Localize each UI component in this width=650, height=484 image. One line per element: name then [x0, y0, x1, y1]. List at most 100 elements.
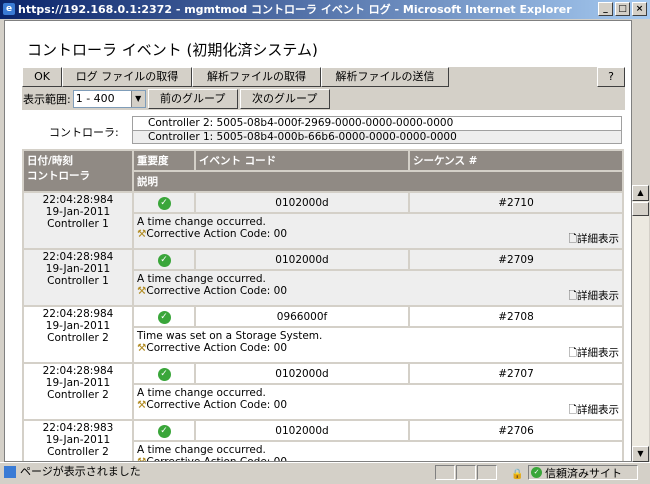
controllers-list: Controller 2: 5005-08b4-000f-2969-0000-0…: [132, 116, 622, 144]
minimize-button[interactable]: _: [598, 2, 613, 16]
datetime-cell: 22:04:28:984 19-Jan-2011 Controller 1: [22, 248, 134, 307]
table-row: 22:04:28:984 19-Jan-2011 Controller 2 ✓ 09…: [22, 305, 624, 364]
close-button[interactable]: ×: [632, 2, 647, 16]
sequence-number: #2709: [408, 248, 624, 271]
event-code: 0102000d: [194, 419, 410, 442]
ie-icon: e: [3, 3, 15, 15]
get-analysis-file-button[interactable]: 解析ファイルの取得: [192, 67, 321, 87]
event-description: A time change occurred.: [137, 216, 266, 228]
header-sequence: シーケンス #: [408, 149, 624, 172]
event-code: 0966000f: [194, 305, 410, 328]
description-cell: Time was set on a Storage System. ⚒Corre…: [132, 326, 624, 364]
event-date: 19-Jan-2011: [45, 320, 111, 332]
event-time: 22:04:28:984: [42, 308, 114, 320]
window-title: https://192.168.0.1:2372 - mgmtmod コントロー…: [18, 3, 572, 16]
send-analysis-file-button[interactable]: 解析ファイルの送信: [321, 67, 449, 87]
event-table: 日付/時刻 コントローラ 重要度 イベント コード シーケンス # 説明 22:0…: [22, 149, 624, 461]
tools-icon: ⚒: [137, 285, 147, 297]
description-cell: A time change occurred. ⚒Corrective Acti…: [132, 212, 624, 250]
event-code: 0102000d: [194, 191, 410, 214]
status-bar: ページが表示されました 🔒 ✓ 信頼済みサイト: [0, 462, 650, 481]
event-date: 19-Jan-2011: [45, 377, 111, 389]
controller-item: Controller 1: 5005-08b4-000b-66b6-0000-0…: [133, 130, 621, 143]
severity-cell: ✓: [132, 191, 196, 214]
scroll-thumb[interactable]: [632, 202, 649, 216]
controller-item: Controller 2: 5005-08b4-000f-2969-0000-0…: [148, 117, 454, 129]
sequence-number: #2707: [408, 362, 624, 385]
event-controller: Controller 1: [47, 218, 109, 230]
description-cell: A time change occurred. ⚒Corrective Acti…: [132, 383, 624, 421]
tools-icon: ⚒: [137, 399, 147, 411]
severity-cell: ✓: [132, 419, 196, 442]
scroll-down-icon[interactable]: ▼: [632, 446, 649, 462]
detail-link[interactable]: 🗋詳細表示: [569, 290, 619, 302]
lock-icon: 🔒: [511, 469, 524, 480]
page-title: コントローラ イベント (初期化済システム): [27, 41, 318, 59]
vertical-scrollbar[interactable]: ▲ ▼: [632, 185, 649, 462]
sequence-number: #2708: [408, 305, 624, 328]
event-code: 0102000d: [194, 362, 410, 385]
check-icon: ✓: [157, 367, 171, 381]
page-icon: 🗋: [568, 233, 577, 245]
corrective-action: Corrective Action Code: 00: [146, 342, 288, 354]
event-description: A time change occurred.: [137, 273, 266, 285]
detail-link[interactable]: 🗋詳細表示: [569, 233, 619, 245]
get-log-file-button[interactable]: ログ ファイルの取得: [62, 67, 192, 87]
event-date: 19-Jan-2011: [45, 434, 111, 446]
detail-link[interactable]: 🗋詳細表示: [569, 404, 619, 416]
sequence-number: #2710: [408, 191, 624, 214]
controllers-label: コントローラ:: [49, 126, 119, 139]
severity-cell: ✓: [132, 248, 196, 271]
event-time: 22:04:28:984: [42, 251, 114, 263]
tools-icon: ⚒: [137, 342, 147, 354]
range-bar: 表示範囲: 1 - 400 ▼ 前のグループ 次のグループ: [22, 87, 625, 110]
check-icon: ✓: [157, 310, 171, 324]
datetime-cell: 22:04:28:984 19-Jan-2011 Controller 2: [22, 305, 134, 364]
chevron-down-icon[interactable]: ▼: [130, 90, 145, 107]
range-value: 1 - 400: [75, 91, 115, 105]
corrective-action: Corrective Action Code: 00: [146, 228, 288, 240]
prev-group-button[interactable]: 前のグループ: [147, 88, 238, 109]
header-datetime-controller: 日付/時刻 コントローラ: [22, 149, 134, 193]
status-pane: [435, 465, 455, 480]
help-button[interactable]: ?: [597, 67, 625, 87]
check-icon: ✓: [157, 253, 171, 267]
event-time: 22:04:28:984: [42, 365, 114, 377]
corrective-action: Corrective Action Code: 00: [146, 285, 288, 297]
header-severity: 重要度: [132, 149, 196, 172]
event-description: A time change occurred.: [137, 387, 266, 399]
severity-cell: ✓: [132, 362, 196, 385]
ok-button[interactable]: OK: [22, 67, 62, 87]
page-icon: 🗋: [568, 404, 577, 416]
corrective-action: Corrective Action Code: 00: [146, 399, 288, 411]
event-controller: Controller 2: [47, 446, 109, 458]
event-controller: Controller 2: [47, 332, 109, 344]
detail-link[interactable]: 🗋詳細表示: [569, 347, 619, 359]
event-controller: Controller 2: [47, 389, 109, 401]
datetime-cell: 22:04:28:984 19-Jan-2011 Controller 2: [22, 362, 134, 421]
check-icon: ✓: [531, 467, 542, 478]
toolbar: OK ログ ファイルの取得 解析ファイルの取得 解析ファイルの送信 ?: [22, 67, 625, 87]
event-description: A time change occurred.: [137, 444, 266, 456]
scroll-up-icon[interactable]: ▲: [632, 185, 649, 201]
event-description: Time was set on a Storage System.: [137, 330, 323, 342]
table-row: 22:04:28:984 19-Jan-2011 Controller 2 ✓ 01…: [22, 362, 624, 421]
event-code: 0102000d: [194, 248, 410, 271]
table-row: 22:04:28:984 19-Jan-2011 Controller 1 ✓ 01…: [22, 191, 624, 250]
sequence-number: #2706: [408, 419, 624, 442]
datetime-cell: 22:04:28:984 19-Jan-2011 Controller 1: [22, 191, 134, 250]
header-description: 説明: [132, 170, 624, 193]
page-icon: 🗋: [568, 290, 577, 302]
range-label: 表示範囲:: [23, 92, 71, 106]
table-row: 22:04:28:984 19-Jan-2011 Controller 1 ✓ 01…: [22, 248, 624, 307]
header-event-code: イベント コード: [194, 149, 410, 172]
page-icon: 🗋: [568, 347, 577, 359]
event-date: 19-Jan-2011: [45, 263, 111, 275]
range-select[interactable]: 1 - 400 ▼: [72, 89, 146, 108]
next-group-button[interactable]: 次のグループ: [239, 88, 330, 109]
status-pane: [456, 465, 476, 480]
maximize-button[interactable]: □: [615, 2, 630, 16]
table-row: 22:04:28:983 19-Jan-2011 Controller 2 ✓ 01…: [22, 419, 624, 461]
page-icon: [4, 466, 16, 478]
event-controller: Controller 1: [47, 275, 109, 287]
